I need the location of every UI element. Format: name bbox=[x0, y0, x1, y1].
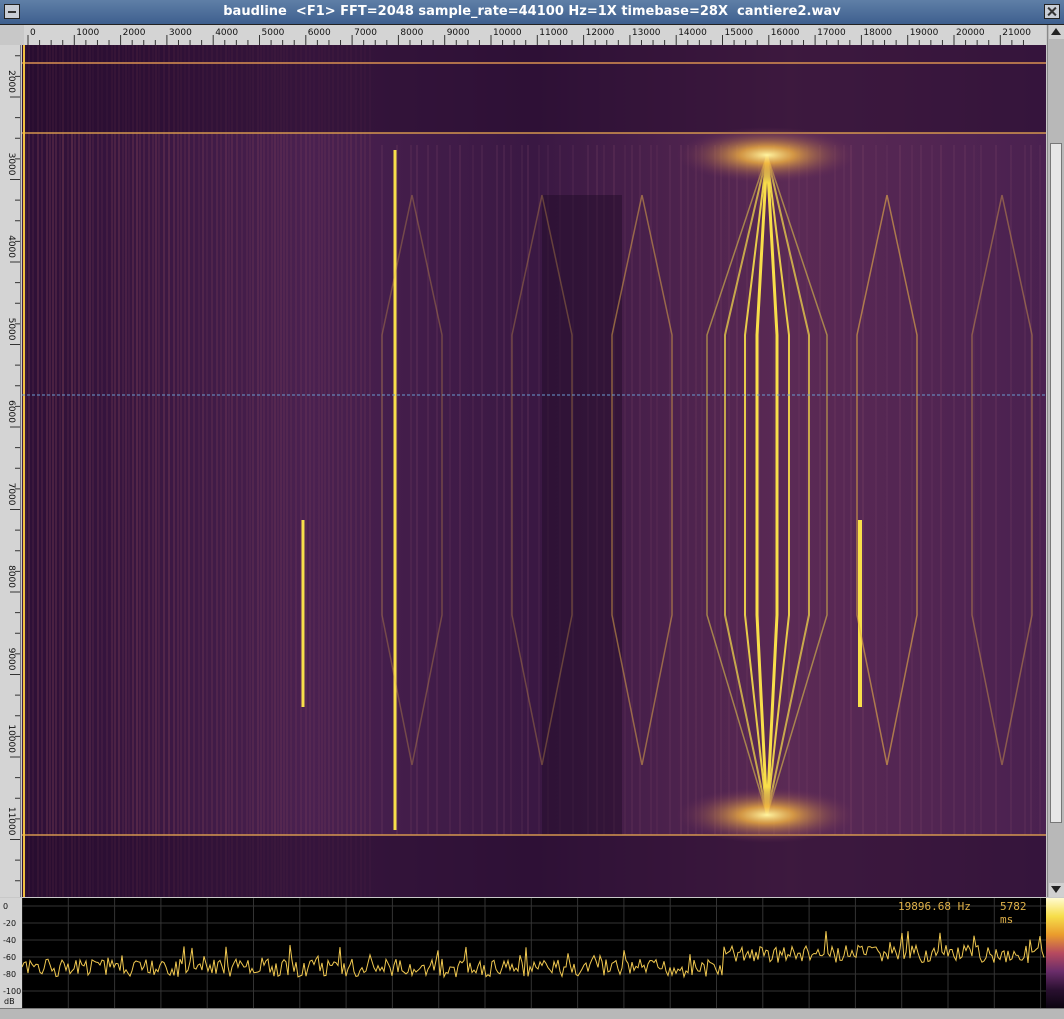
time-readout: 5782 ms bbox=[1000, 900, 1027, 926]
freq-tick-label: 20000 bbox=[956, 28, 985, 38]
db-ruler: 0 -20 -40 -60 -80 -100 dB bbox=[0, 898, 22, 1008]
title-bar: baudline <F1> FFT=2048 sample_rate=44100… bbox=[0, 0, 1064, 25]
freq-tick-label: 17000 bbox=[817, 28, 846, 38]
freq-tick-label: 15000 bbox=[725, 28, 754, 38]
time-tick-label: 8000 bbox=[6, 565, 16, 588]
time-tick-label: 5000 bbox=[6, 318, 16, 341]
time-ruler[interactable]: 2000 3000 4000 5000 6000 7000 8000 9000 10000 110… bbox=[0, 45, 21, 897]
freq-tick-label: 0 bbox=[30, 28, 36, 38]
window-title: baudline <F1> FFT=2048 sample_rate=44100… bbox=[223, 4, 841, 19]
time-tick-label: 3000 bbox=[6, 153, 16, 176]
db-tick-label: 0 bbox=[3, 902, 8, 911]
db-tick-label: -100 bbox=[3, 987, 21, 996]
db-tick-label: -60 bbox=[3, 953, 16, 962]
freq-tick-label: 1000 bbox=[76, 28, 99, 38]
arrow-down-icon[interactable] bbox=[1049, 883, 1064, 897]
spectrogram-view[interactable] bbox=[22, 45, 1046, 897]
freq-tick-label: 5000 bbox=[262, 28, 285, 38]
db-tick-label: -40 bbox=[3, 936, 16, 945]
arrow-up-icon[interactable] bbox=[1049, 25, 1064, 39]
freq-tick-label: 8000 bbox=[400, 28, 423, 38]
freq-tick-label: 9000 bbox=[447, 28, 470, 38]
freq-tick-label: 16000 bbox=[771, 28, 800, 38]
bottom-edge bbox=[0, 1008, 1064, 1019]
frequency-ruler[interactable]: 0 1000 2000 3000 4000 5000 6000 7000 8000 9000 100… bbox=[24, 25, 1046, 46]
color-scale-bar bbox=[1046, 898, 1064, 1008]
frequency-readout: 19896.68 Hz bbox=[898, 900, 971, 913]
db-tick-label: -80 bbox=[3, 970, 16, 979]
spectrum-trace bbox=[22, 931, 1045, 979]
db-unit-label: dB bbox=[4, 997, 15, 1006]
freq-tick-label: 18000 bbox=[863, 28, 892, 38]
freq-tick-label: 14000 bbox=[678, 28, 707, 38]
spectrogram-background bbox=[22, 45, 1046, 897]
db-tick-label: -20 bbox=[3, 919, 16, 928]
time-tick-label: 6000 bbox=[6, 400, 16, 423]
freq-tick-label: 10000 bbox=[493, 28, 522, 38]
close-icon[interactable] bbox=[1044, 4, 1060, 19]
freq-tick-label: 21000 bbox=[1002, 28, 1031, 38]
freq-tick-label: 12000 bbox=[586, 28, 615, 38]
time-tick-label: 10000 bbox=[6, 724, 16, 753]
time-tick-label: 2000 bbox=[6, 70, 16, 93]
time-tick-label: 9000 bbox=[6, 648, 16, 671]
scrollbar-thumb[interactable] bbox=[1050, 143, 1062, 823]
freq-tick-label: 19000 bbox=[910, 28, 939, 38]
freq-tick-label: 3000 bbox=[169, 28, 192, 38]
vertical-scrollbar[interactable] bbox=[1047, 25, 1064, 897]
time-tick-label: 4000 bbox=[6, 235, 16, 258]
time-tick-label: 11000 bbox=[6, 807, 16, 836]
freq-tick-label: 13000 bbox=[632, 28, 661, 38]
spectrum-panel[interactable]: 19896.68 Hz 5782 ms bbox=[22, 898, 1046, 1008]
freq-tick-label: 4000 bbox=[215, 28, 238, 38]
freq-tick-label: 7000 bbox=[354, 28, 377, 38]
freq-tick-label: 6000 bbox=[308, 28, 331, 38]
freq-tick-label: 2000 bbox=[123, 28, 146, 38]
time-tick-label: 7000 bbox=[6, 483, 16, 506]
freq-tick-label: 11000 bbox=[539, 28, 568, 38]
